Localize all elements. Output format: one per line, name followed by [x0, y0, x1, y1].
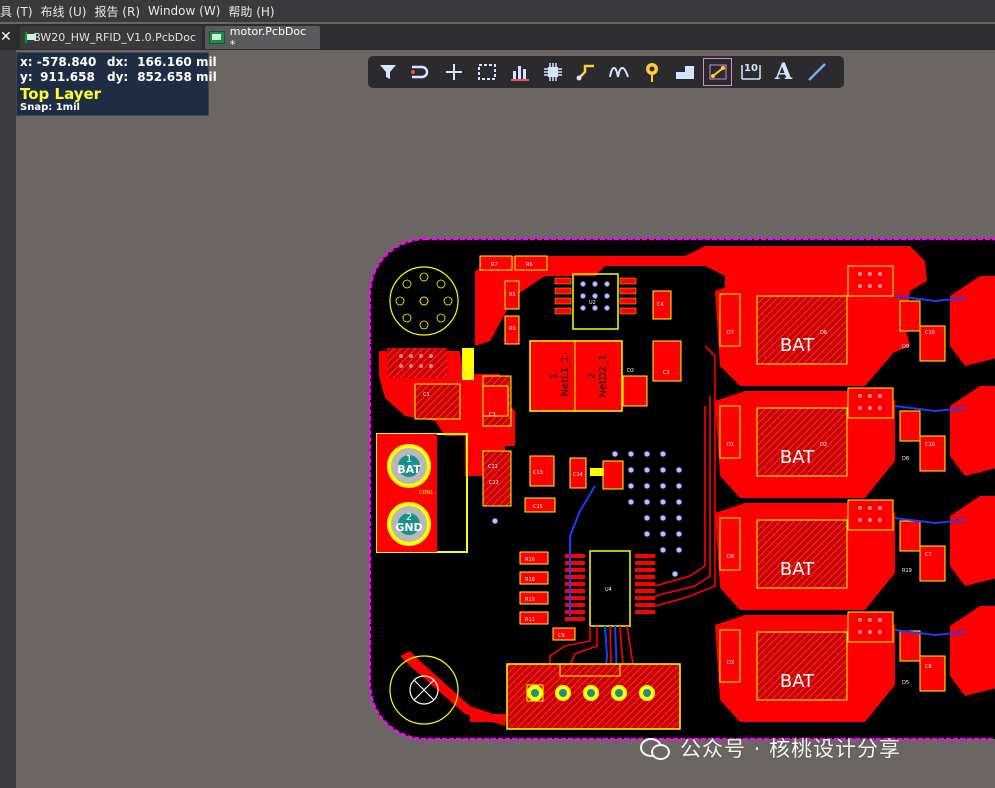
select-rect-icon[interactable]: [473, 59, 500, 85]
dimension-icon[interactable]: 10: [737, 59, 764, 85]
silk-label: C14: [573, 472, 583, 478]
route-icon[interactable]: [407, 59, 434, 85]
silk-label: C12: [489, 480, 499, 486]
left-panel-strip[interactable]: [0, 50, 16, 788]
menu-item-help[interactable]: 帮助 (H): [228, 3, 282, 20]
silk-label: C13: [533, 470, 543, 476]
current-layer: Top Layer: [20, 85, 102, 103]
silk-label: C1: [423, 392, 430, 398]
silk-label: R11: [525, 617, 535, 623]
y-readout: y: 911.658 dy: 852.658 mil: [20, 70, 217, 84]
snap-value: Snap: 1mil: [20, 102, 80, 113]
mosfet-label-4: BAT: [780, 671, 815, 692]
text-icon[interactable]: A: [770, 59, 797, 85]
close-icon[interactable]: ✕: [0, 28, 14, 46]
svg-text:GND: GND: [395, 521, 422, 534]
mosfet-label-2: BAT: [780, 447, 815, 468]
line-icon[interactable]: [803, 59, 830, 85]
component-icon[interactable]: [539, 59, 566, 85]
net-label-d2: 2: [587, 373, 598, 379]
silk-label: D1: [727, 442, 734, 448]
menu-item-tools[interactable]: 具 (T): [0, 3, 41, 20]
mosfet-group-1: BAT: [715, 265, 895, 386]
silk-label: C9: [558, 633, 565, 639]
silk-label: R5: [509, 292, 516, 298]
menu-item-route[interactable]: 布线 (U): [41, 3, 95, 20]
silk-label: D3: [727, 660, 734, 666]
chart-icon[interactable]: [506, 59, 533, 85]
silk-label: D7: [727, 330, 734, 336]
silk-label: C4: [657, 302, 664, 308]
tab-bw20-rfid[interactable]: BW20_HW_RFID_V1.0.PcbDoc: [20, 26, 202, 49]
diff-pair-icon[interactable]: [605, 59, 632, 85]
menu-item-window[interactable]: Window (W): [148, 4, 228, 18]
silk-label: C10: [925, 442, 935, 448]
silk-label: D2: [627, 368, 634, 374]
silk-label: D6: [820, 330, 827, 336]
pcb-canvas[interactable]: 1 BAT 2 GND CON1 1 NetL1_1 2 NetD2_1 BAT…: [365, 236, 995, 746]
silk-label: R19: [902, 568, 912, 574]
svg-text:BAT: BAT: [397, 463, 421, 476]
document-tab-bar: BW20_HW_RFID_V1.0.PcbDoc motor.PcbDoc *: [0, 24, 995, 51]
menu-bar: 具 (T) 布线 (U) 报告 (R) Window (W) 帮助 (H): [0, 0, 995, 22]
svg-text:NetD2_1: NetD2_1: [598, 355, 609, 398]
connection-icon[interactable]: [703, 58, 732, 86]
watermark: 公众号 · 核桃设计分享: [640, 733, 901, 763]
x-readout: x: -578.840 dx: 166.160 mil: [20, 55, 217, 69]
net-label-l1: 1: [549, 373, 560, 379]
silk-label: D9: [902, 344, 909, 350]
tab-label: BW20_HW_RFID_V1.0.PcbDoc: [33, 31, 196, 44]
coordinate-hud: x: -578.840 dx: 166.160 mil y: 911.658 d…: [16, 52, 217, 116]
silk-label: R9: [509, 326, 516, 332]
via-icon[interactable]: [638, 59, 665, 85]
active-bar-toolbar: 10 A: [368, 56, 844, 88]
silk-label: C16: [925, 330, 935, 336]
mosfet-label-3: BAT: [780, 559, 815, 580]
watermark-text: 公众号 · 核桃设计分享: [680, 737, 902, 761]
tab-label: motor.PcbDoc *: [229, 24, 307, 51]
mosfet-group-3: BAT: [715, 499, 895, 610]
mosfet-group-4: BAT: [715, 611, 895, 722]
mosfet-label-1: BAT: [780, 335, 815, 356]
silk-label: U4: [605, 587, 612, 593]
pcb-document-icon: [209, 31, 225, 44]
fill-icon[interactable]: [671, 59, 698, 85]
silk-label: D8: [727, 554, 734, 560]
cross-icon[interactable]: [440, 59, 467, 85]
interactive-route-icon[interactable]: [572, 59, 599, 85]
silk-label: U2: [589, 300, 596, 306]
mosfet-group-2: BAT: [715, 387, 895, 498]
svg-text:NetL1_1: NetL1_1: [560, 356, 571, 397]
silk-label: C2: [663, 370, 670, 376]
menu-item-reports[interactable]: 报告 (R): [94, 3, 148, 20]
silk-label: R7: [491, 262, 498, 268]
filter-icon[interactable]: [374, 59, 401, 85]
silk-label: D5: [902, 680, 909, 686]
silk-label: C8: [925, 664, 932, 670]
silk-label: C3: [489, 412, 496, 418]
silk-label: R6: [526, 262, 533, 268]
silk-label: C15: [533, 504, 543, 510]
silk-label: C11: [488, 464, 498, 470]
silk-label: R18: [525, 577, 535, 583]
wechat-icon: [640, 736, 670, 760]
tab-motor[interactable]: motor.PcbDoc *: [205, 24, 320, 51]
silk-label: D8: [902, 456, 909, 462]
silk-label: R19: [525, 597, 535, 603]
pcb-document-icon: [24, 31, 37, 44]
silk-label: R16: [525, 557, 535, 563]
silk-label-con1: CON1: [419, 490, 433, 496]
silk-label: D2: [820, 442, 827, 448]
silk-label: C7: [925, 552, 932, 558]
